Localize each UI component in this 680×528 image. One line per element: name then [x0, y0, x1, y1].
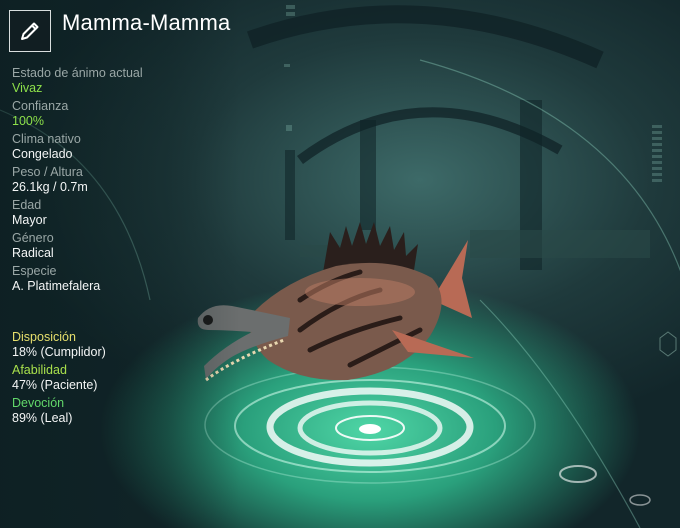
stat-label: Clima nativo — [12, 132, 81, 146]
creature-traits: Disposición 18% (Cumplidor) Afabilidad 4… — [12, 330, 232, 429]
trait-label: Disposición — [12, 330, 76, 344]
trait-value: 18% (Cumplidor) — [12, 345, 106, 359]
trait-value: 47% (Paciente) — [12, 378, 98, 392]
trait-label: Afabilidad — [12, 363, 67, 377]
stat-trust: Confianza 100% — [12, 99, 232, 129]
stat-value: Radical — [12, 246, 54, 260]
stat-mood: Estado de ánimo actual Vivaz — [12, 66, 232, 96]
stat-label: Edad — [12, 198, 42, 212]
stat-species: Especie A. Platimefalera — [12, 264, 232, 294]
stat-label: Peso / Altura — [12, 165, 83, 179]
trait-disposition: Disposición 18% (Cumplidor) — [12, 330, 232, 360]
stat-gender: Género Radical — [12, 231, 232, 261]
creature-name: Mamma-Mamma — [62, 10, 231, 35]
stat-age: Edad Mayor — [12, 198, 232, 228]
stat-label: Género — [12, 231, 54, 245]
trait-affinity: Afabilidad 47% (Paciente) — [12, 363, 232, 393]
stat-value: Vivaz — [12, 81, 43, 95]
stat-value: Mayor — [12, 213, 47, 227]
stat-label: Estado de ánimo actual — [12, 66, 143, 80]
trait-devotion: Devoción 89% (Leal) — [12, 396, 232, 426]
stat-value: 100% — [12, 114, 44, 128]
trait-value: 89% (Leal) — [12, 411, 73, 425]
pencil-icon — [21, 22, 39, 40]
trait-label: Devoción — [12, 396, 65, 410]
creature-stats: Estado de ánimo actual Vivaz Confianza 1… — [12, 66, 232, 297]
stat-value: 26.1kg / 0.7m — [12, 180, 88, 194]
stat-label: Especie — [12, 264, 57, 278]
stat-value: Congelado — [12, 147, 73, 161]
rename-button[interactable] — [9, 10, 51, 52]
stat-climate: Clima nativo Congelado — [12, 132, 232, 162]
stat-size: Peso / Altura 26.1kg / 0.7m — [12, 165, 232, 195]
stat-value: A. Platimefalera — [12, 279, 101, 293]
stat-label: Confianza — [12, 99, 69, 113]
